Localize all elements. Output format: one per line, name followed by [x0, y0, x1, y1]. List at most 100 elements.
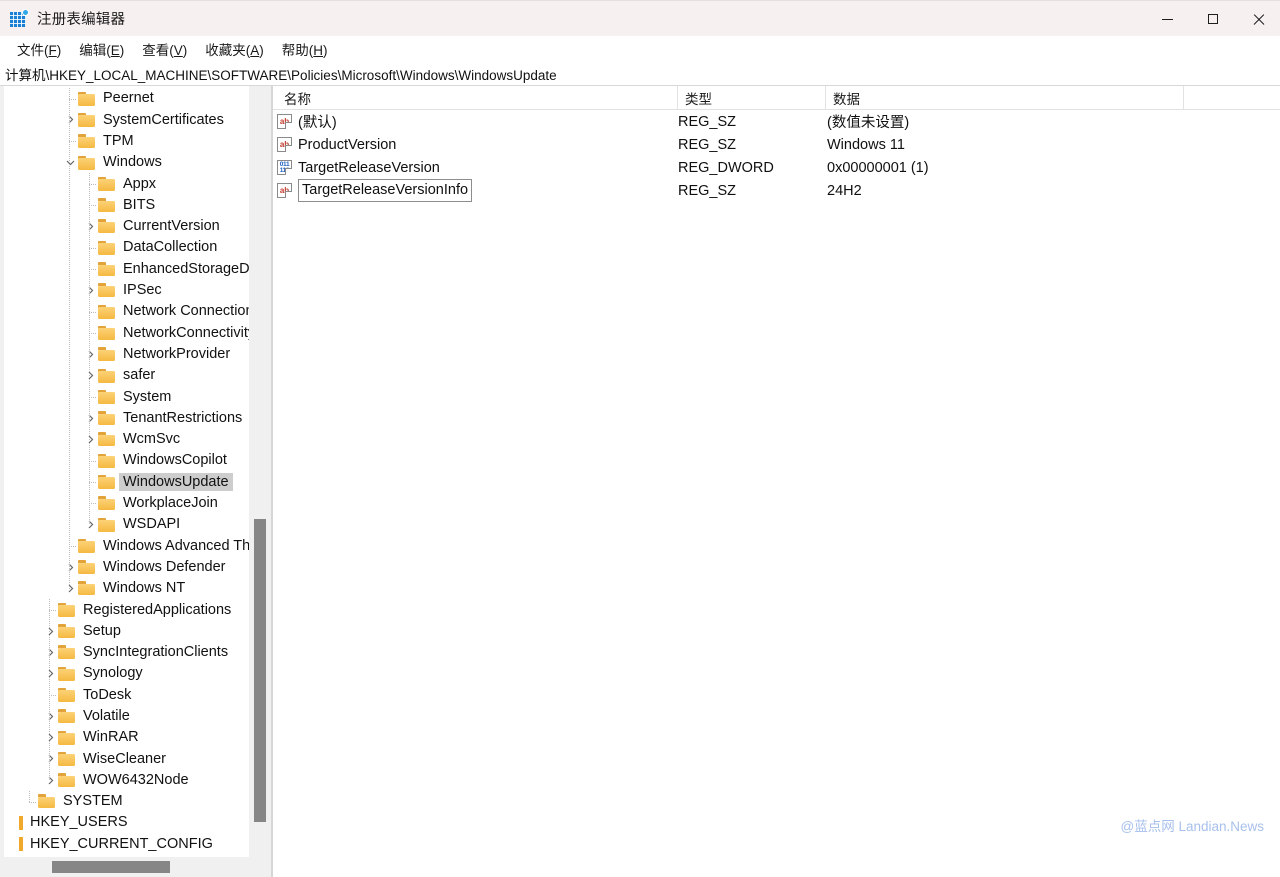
tree-item[interactable]: WSDAPI: [4, 514, 249, 535]
chevron-right-icon[interactable]: [62, 583, 78, 594]
tree-item[interactable]: SystemCertificates: [4, 109, 249, 130]
folder-icon: [58, 602, 77, 617]
chevron-right-icon[interactable]: [82, 221, 98, 232]
tree-item[interactable]: SyncIntegrationClients: [4, 642, 249, 663]
tree-item[interactable]: DataCollection: [4, 237, 249, 258]
value-name-cell[interactable]: ab TargetReleaseVersionInfo: [277, 179, 473, 202]
tree-item[interactable]: BITS: [4, 194, 249, 215]
chevron-right-icon[interactable]: [42, 711, 58, 722]
menu-item-1[interactable]: 文件(F): [8, 36, 70, 62]
folder-icon: [58, 687, 77, 702]
tree-item[interactable]: Peernet: [4, 88, 249, 109]
tree-guide-connector: [29, 801, 37, 803]
menu-item-5[interactable]: 帮助(H): [273, 36, 337, 62]
chevron-right-icon[interactable]: [42, 732, 58, 743]
chevron-right-icon[interactable]: [42, 753, 58, 764]
folder-icon: [98, 432, 117, 447]
tree-horizontal-scrollbar[interactable]: [4, 859, 249, 875]
tree-item[interactable]: NetworkProvider: [4, 344, 249, 365]
column-header-2[interactable]: 类型: [677, 86, 825, 110]
tree-item[interactable]: WiseCleaner: [4, 748, 249, 769]
tree-item[interactable]: HKEY_USERS: [4, 812, 249, 833]
chevron-right-icon[interactable]: [42, 775, 58, 786]
value-name-cell[interactable]: 011 110 TargetReleaseVersion: [277, 156, 440, 179]
chevron-right-icon[interactable]: [82, 434, 98, 445]
folder-icon: [98, 262, 117, 277]
tree-item[interactable]: Windows NT: [4, 578, 249, 599]
tree-item[interactable]: System: [4, 386, 249, 407]
tree-item[interactable]: Windows: [4, 152, 249, 173]
tree-item[interactable]: WindowsCopilot: [4, 450, 249, 471]
tree-item[interactable]: Network Connections: [4, 301, 249, 322]
folder-icon: [98, 283, 117, 298]
value-name-cell[interactable]: ab (默认): [277, 110, 337, 133]
close-button[interactable]: [1235, 1, 1280, 37]
tree-item[interactable]: NetworkConnectivityStatusIndicator: [4, 322, 249, 343]
tree-item[interactable]: CurrentVersion: [4, 216, 249, 237]
chevron-down-icon[interactable]: [62, 157, 78, 168]
maximize-button[interactable]: [1190, 1, 1235, 37]
tree-vertical-scrollbar[interactable]: [252, 86, 268, 857]
tree-item[interactable]: TPM: [4, 131, 249, 152]
tree-item[interactable]: Windows Defender: [4, 557, 249, 578]
tree-guide-line: [69, 88, 70, 589]
chevron-right-icon[interactable]: [42, 626, 58, 637]
tree-item[interactable]: safer: [4, 365, 249, 386]
tree-item[interactable]: Synology: [4, 663, 249, 684]
chevron-right-icon[interactable]: [62, 562, 78, 573]
menu-item-3[interactable]: 查看(V): [133, 36, 196, 62]
tree-item[interactable]: EnhancedStorageDevices: [4, 258, 249, 279]
tree-item-label: Peernet: [103, 90, 154, 107]
chevron-right-icon[interactable]: [82, 413, 98, 424]
tree-item-label: WSDAPI: [123, 516, 181, 533]
tree-item[interactable]: IPSec: [4, 280, 249, 301]
tree-item[interactable]: WorkplaceJoin: [4, 493, 249, 514]
tree-item[interactable]: Windows Advanced Threat Protection: [4, 535, 249, 556]
chevron-right-icon[interactable]: [82, 519, 98, 530]
tree-item[interactable]: ToDesk: [4, 684, 249, 705]
tree-item[interactable]: WcmSvc: [4, 429, 249, 450]
tree-item-label: Setup: [83, 622, 121, 639]
chevron-right-icon[interactable]: [82, 285, 98, 296]
chevron-right-icon[interactable]: [82, 349, 98, 360]
string-value-icon: ab: [277, 183, 292, 198]
folder-icon: [98, 240, 117, 255]
tree-item[interactable]: Appx: [4, 173, 249, 194]
value-name-editing[interactable]: TargetReleaseVersionInfo: [298, 179, 473, 202]
tree-item-selected[interactable]: WindowsUpdate: [4, 471, 249, 492]
minimize-icon: [1162, 18, 1173, 20]
chevron-right-icon[interactable]: [42, 647, 58, 658]
chevron-right-icon[interactable]: [82, 370, 98, 381]
menu-item-2[interactable]: 编辑(E): [70, 36, 133, 62]
address-bar[interactable]: 计算机\HKEY_LOCAL_MACHINE\SOFTWARE\Policies…: [0, 62, 1280, 86]
tree-vertical-scroll-thumb[interactable]: [254, 519, 266, 822]
value-row[interactable]: ab ProductVersion REG_SZ Windows 11: [273, 133, 1280, 156]
tree-item-label: Windows Advanced Threat Protection: [103, 537, 249, 554]
menu-item-4[interactable]: 收藏夹(A): [196, 36, 273, 62]
tree-item[interactable]: HKEY_CURRENT_CONFIG: [4, 833, 249, 854]
value-name-cell[interactable]: ab ProductVersion: [277, 133, 396, 156]
tree-item-label: TPM: [103, 132, 134, 149]
chevron-right-icon[interactable]: [62, 114, 78, 125]
watermark: @蓝点网 Landian.News: [1120, 819, 1264, 834]
column-header-1[interactable]: 名称: [277, 86, 677, 110]
tree-item[interactable]: TenantRestrictions: [4, 407, 249, 428]
folder-icon: [78, 538, 97, 553]
tree-item[interactable]: WinRAR: [4, 727, 249, 748]
tree-item[interactable]: RegisteredApplications: [4, 599, 249, 620]
value-row[interactable]: ab TargetReleaseVersionInfo REG_SZ 24H2: [273, 179, 1280, 202]
tree-horizontal-scroll-thumb[interactable]: [52, 861, 170, 873]
value-name-label: TargetReleaseVersion: [298, 159, 440, 176]
tree-item[interactable]: Volatile: [4, 706, 249, 727]
chevron-right-icon[interactable]: [42, 668, 58, 679]
tree-item[interactable]: Setup: [4, 620, 249, 641]
tree-guide-connector: [49, 609, 57, 611]
folder-icon: [98, 411, 117, 426]
value-row[interactable]: ab (默认) REG_SZ (数值未设置): [273, 110, 1280, 133]
column-header-3[interactable]: 数据: [825, 86, 1183, 110]
value-row[interactable]: 011 110 TargetReleaseVersion REG_DWORD 0x000…: [273, 156, 1280, 179]
minimize-button[interactable]: [1145, 1, 1190, 37]
tree-item-label: SyncIntegrationClients: [83, 644, 229, 661]
tree-item[interactable]: WOW6432Node: [4, 770, 249, 791]
tree-item[interactable]: SYSTEM: [4, 791, 249, 812]
